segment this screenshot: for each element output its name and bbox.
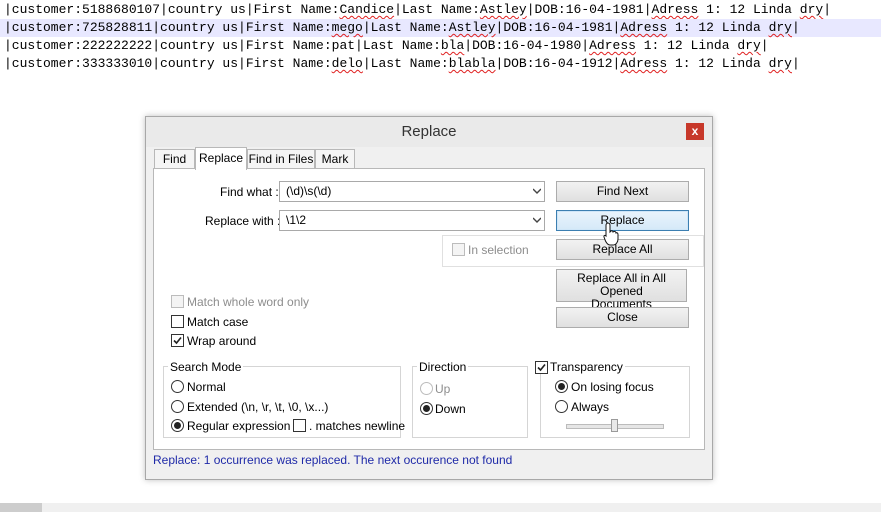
replace-with-value: \1\2 bbox=[286, 213, 307, 227]
line-text: dry bbox=[768, 56, 792, 71]
line-text: 1: 12 Linda bbox=[667, 20, 769, 35]
editor-line-current[interactable]: |customer:725828811|country us|First Nam… bbox=[0, 19, 881, 37]
line-text: Adress bbox=[620, 56, 668, 71]
replace-all-button[interactable]: Replace All bbox=[556, 239, 689, 260]
tab-find[interactable]: Find bbox=[154, 149, 195, 169]
line-text: |DOB:16-04-1981| bbox=[526, 2, 652, 17]
editor-line[interactable]: |customer:222222222|country us|First Nam… bbox=[4, 37, 769, 55]
status-message: Replace: 1 occurrence was replaced. The … bbox=[153, 453, 513, 467]
chevron-down-icon[interactable] bbox=[533, 217, 541, 223]
hand-cursor-icon bbox=[603, 222, 619, 246]
line-text: blabla bbox=[448, 56, 496, 71]
line-text: delo bbox=[331, 56, 363, 71]
line-text: | bbox=[760, 38, 769, 53]
on-losing-focus-label: On losing focus bbox=[571, 380, 654, 394]
matches-newline-checkbox[interactable] bbox=[293, 419, 306, 432]
normal-label: Normal bbox=[187, 380, 226, 394]
wrap-around-checkbox[interactable] bbox=[171, 334, 184, 347]
replace-button[interactable]: Replace bbox=[556, 210, 689, 231]
line-text: dry bbox=[799, 2, 824, 17]
extended-radio[interactable] bbox=[171, 400, 184, 413]
line-text: |DOB:16-04-1981| bbox=[495, 20, 621, 35]
replace-with-label: Replace with : bbox=[205, 214, 281, 228]
line-text: Astley bbox=[448, 20, 496, 35]
line-text: |customer:5188680107|country us|First Na… bbox=[4, 2, 340, 17]
in-selection-label: In selection bbox=[468, 243, 529, 257]
line-text: Adress bbox=[589, 38, 636, 53]
find-what-label: Find what : bbox=[220, 185, 279, 199]
direction-title: Direction bbox=[417, 360, 469, 374]
match-case-label: Match case bbox=[187, 315, 249, 329]
line-text: Astley bbox=[479, 2, 527, 17]
radio-dot bbox=[423, 405, 430, 412]
line-text: Candice bbox=[339, 2, 395, 17]
match-whole-word-checkbox[interactable] bbox=[171, 295, 184, 308]
line-text: 1: 12 Linda bbox=[635, 38, 738, 53]
line-text: |customer:222222222|country us|First Nam… bbox=[4, 38, 441, 53]
dialog-title: Replace bbox=[401, 123, 457, 140]
extended-label: Extended (\n, \r, \t, \0, \x...) bbox=[187, 400, 329, 414]
line-text: mego bbox=[331, 20, 363, 35]
line-text: 1: 12 Linda bbox=[698, 2, 800, 17]
line-text: dry bbox=[737, 38, 761, 53]
match-case-checkbox[interactable] bbox=[171, 315, 184, 328]
checkmark-icon bbox=[173, 336, 182, 345]
on-losing-focus-radio[interactable] bbox=[555, 380, 568, 393]
close-button[interactable]: Close bbox=[556, 307, 689, 328]
line-text: |DOB:16-04-1980| bbox=[464, 38, 590, 53]
regular-expression-radio[interactable] bbox=[171, 419, 184, 432]
horizontal-scrollbar[interactable] bbox=[0, 503, 881, 512]
button-label-line1: Replace All in All Opened bbox=[577, 271, 666, 298]
matches-newline-label: . matches newline bbox=[309, 419, 406, 433]
radio-dot bbox=[174, 422, 181, 429]
line-text: | bbox=[791, 56, 800, 71]
transparency-checkbox[interactable] bbox=[535, 361, 548, 374]
direction-up-label: Up bbox=[435, 382, 451, 396]
always-label: Always bbox=[571, 400, 610, 414]
chevron-down-icon[interactable] bbox=[533, 188, 541, 194]
replace-dialog: Replace x Find Replace Find in Files Mar… bbox=[145, 116, 713, 480]
line-text: | bbox=[823, 2, 831, 17]
checkmark-icon bbox=[537, 363, 546, 372]
line-text: |DOB:16-04-1912| bbox=[495, 56, 621, 71]
editor-line[interactable]: |customer:333333010|country us|First Nam… bbox=[4, 55, 800, 73]
line-text: |Last Name: bbox=[362, 20, 449, 35]
editor-line[interactable]: |customer:5188680107|country us|First Na… bbox=[4, 1, 831, 19]
direction-down-radio[interactable] bbox=[420, 402, 433, 415]
line-text: bla bbox=[440, 38, 465, 53]
radio-dot bbox=[558, 383, 565, 390]
replace-all-opened-documents-button[interactable]: Replace All in All Opened Documents bbox=[556, 269, 687, 311]
normal-radio[interactable] bbox=[171, 380, 184, 393]
search-mode-title: Search Mode bbox=[168, 360, 244, 374]
match-whole-word-label: Match whole word only bbox=[187, 295, 310, 309]
find-next-button[interactable]: Find Next bbox=[556, 181, 689, 202]
transparency-slider-thumb[interactable] bbox=[611, 419, 618, 432]
wrap-around-label: Wrap around bbox=[187, 334, 257, 348]
in-selection-checkbox[interactable] bbox=[452, 243, 465, 256]
dialog-titlebar[interactable]: Replace x bbox=[146, 117, 712, 147]
line-text: |Last Name: bbox=[394, 2, 480, 17]
tab-replace[interactable]: Replace bbox=[195, 147, 247, 170]
always-radio[interactable] bbox=[555, 400, 568, 413]
find-what-combobox[interactable]: (\d)\s(\d) bbox=[279, 181, 545, 202]
line-text: |customer:725828811|country us|First Nam… bbox=[4, 20, 332, 35]
close-window-button[interactable]: x bbox=[686, 123, 704, 140]
scrollbar-thumb[interactable] bbox=[0, 503, 42, 512]
line-text: dry bbox=[768, 20, 792, 35]
line-text: Adress bbox=[651, 2, 699, 17]
tab-mark[interactable]: Mark bbox=[315, 149, 355, 169]
direction-down-label: Down bbox=[435, 402, 466, 416]
tab-find-in-files[interactable]: Find in Files bbox=[247, 149, 315, 169]
line-text: |customer:333333010|country us|First Nam… bbox=[4, 56, 332, 71]
line-text: |Last Name: bbox=[362, 56, 449, 71]
line-text: 1: 12 Linda bbox=[667, 56, 769, 71]
find-what-value: (\d)\s(\d) bbox=[286, 184, 332, 198]
line-text: | bbox=[791, 20, 800, 35]
direction-up-radio[interactable] bbox=[420, 382, 433, 395]
regular-expression-label: Regular expression bbox=[187, 419, 291, 433]
transparency-title: Transparency bbox=[548, 360, 625, 374]
line-text: Adress bbox=[620, 20, 668, 35]
replace-with-combobox[interactable]: \1\2 bbox=[279, 210, 545, 231]
